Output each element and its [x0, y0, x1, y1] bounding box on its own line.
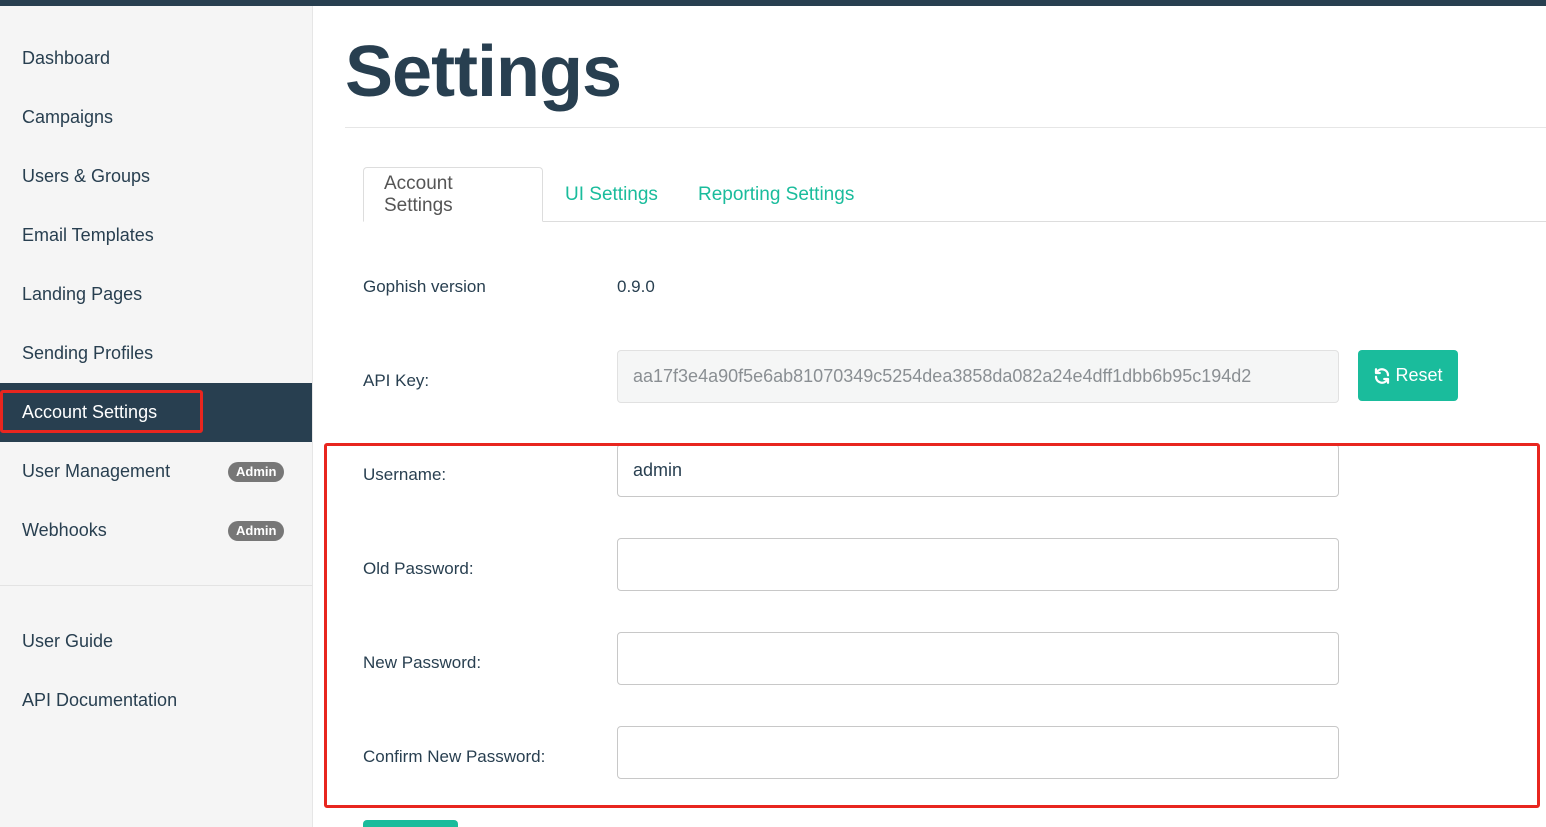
confirm-password-label: Confirm New Password:: [363, 747, 546, 766]
username-field[interactable]: [617, 444, 1339, 497]
new-password-label: New Password:: [363, 653, 482, 672]
admin-badge: Admin: [228, 520, 285, 541]
api-key-label: API Key:: [363, 371, 430, 390]
sidebar-item-label: Sending Profiles: [22, 343, 154, 363]
sidebar-item-label: Landing Pages: [22, 284, 143, 304]
tab-reporting-settings[interactable]: Reporting Settings: [678, 167, 874, 222]
tab-account-settings[interactable]: Account Settings: [363, 167, 543, 222]
reset-button-label: Reset: [1395, 365, 1443, 385]
sidebar-item-label: Account Settings: [22, 402, 158, 422]
api-key-field[interactable]: [617, 350, 1339, 403]
old-password-label: Old Password:: [363, 559, 474, 578]
old-password-field[interactable]: [617, 538, 1339, 591]
sidebar-item-label: API Documentation: [22, 690, 178, 710]
tab-ui-settings[interactable]: UI Settings: [545, 167, 678, 222]
refresh-icon: [1375, 367, 1390, 384]
sidebar-item-label: Webhooks: [22, 520, 107, 540]
confirm-password-field[interactable]: [617, 726, 1339, 779]
sidebar-item-account-settings[interactable]: Account Settings: [0, 383, 312, 442]
sidebar-item-label: Dashboard: [22, 48, 111, 68]
sidebar-item-email-templates[interactable]: Email Templates: [0, 206, 312, 265]
gophish-version-value: 0.9.0: [617, 277, 655, 296]
title-divider: [345, 127, 1546, 128]
sidebar-item-sending-profiles[interactable]: Sending Profiles: [0, 324, 312, 383]
sidebar-item-dashboard[interactable]: Dashboard: [0, 29, 312, 88]
sidebar-item-api-documentation[interactable]: API Documentation: [0, 671, 312, 730]
sidebar-divider: [0, 585, 312, 586]
username-label: Username:: [363, 465, 447, 484]
sidebar-item-landing-pages[interactable]: Landing Pages: [0, 265, 312, 324]
new-password-field[interactable]: [617, 632, 1339, 685]
sidebar-item-user-management[interactable]: User Management Admin: [0, 442, 312, 501]
page-title: Settings: [345, 32, 622, 112]
sidebar-item-webhooks[interactable]: Webhooks Admin: [0, 501, 312, 560]
sidebar-item-campaigns[interactable]: Campaigns: [0, 88, 312, 147]
admin-badge: Admin: [228, 461, 285, 482]
sidebar-item-users-groups[interactable]: Users & Groups: [0, 147, 312, 206]
gophish-version-label: Gophish version: [363, 277, 486, 296]
sidebar-item-label: Email Templates: [22, 225, 154, 245]
sidebar-item-label: Users & Groups: [22, 166, 151, 186]
sidebar-item-user-guide[interactable]: User Guide: [0, 612, 312, 671]
reset-api-key-button[interactable]: Reset: [1358, 350, 1458, 401]
sidebar-item-label: Campaigns: [22, 107, 114, 127]
sidebar-item-label: User Guide: [22, 631, 114, 651]
sidebar: Dashboard Campaigns Users & Groups Email…: [0, 6, 313, 827]
main-content: Settings Account Settings UI Settings Re…: [313, 6, 1546, 827]
save-button[interactable]: [363, 820, 458, 827]
sidebar-item-label: User Management: [22, 461, 171, 481]
